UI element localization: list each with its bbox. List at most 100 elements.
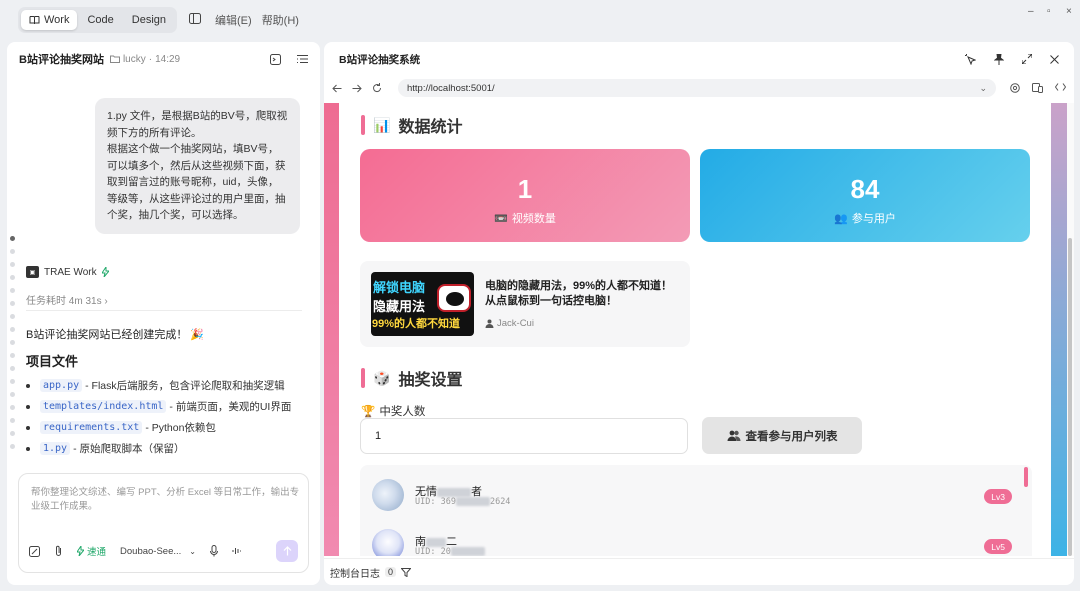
list-item: 1.py - 原始爬取脚本（保留） xyxy=(26,438,291,459)
file-desc: - Flask后端服务，包含评论爬取和抽奖逻辑 xyxy=(85,380,285,392)
divider xyxy=(26,310,302,311)
microphone-icon[interactable] xyxy=(209,545,218,557)
code-icon[interactable] xyxy=(1055,83,1066,93)
view-users-button[interactable]: 查看参与用户列表 xyxy=(702,417,862,454)
preview-title: B站评论抽奖系统 xyxy=(339,53,421,66)
menu-edit[interactable]: 编辑(E) xyxy=(215,12,252,28)
file-name[interactable]: 1.py xyxy=(40,442,71,455)
user-message-text: 1.py 文件，是根据B站的BV号，爬取视频下方的所有评论。 根据这个做一个抽奖… xyxy=(107,110,288,221)
speed-mode-toggle[interactable]: 速通 xyxy=(77,544,106,558)
chat-meta: lucky · 14:29 xyxy=(109,53,181,65)
filter-icon[interactable] xyxy=(401,567,412,577)
lottery-heading: 🎲 抽奖设置 xyxy=(361,366,462,390)
mode-work-button[interactable]: Work xyxy=(21,10,78,30)
completion-message: B站评论抽奖网站已经创建完成！ 🎉 xyxy=(26,326,204,342)
back-icon[interactable] xyxy=(332,84,342,93)
send-button[interactable] xyxy=(276,540,298,562)
task-duration[interactable]: 任务耗时 4m 31s › xyxy=(26,292,108,307)
arrow-up-icon xyxy=(283,546,292,556)
url-text: http://localhost:5001/ xyxy=(407,82,495,94)
chart-icon: 📊 xyxy=(373,116,391,133)
reload-icon[interactable] xyxy=(372,83,382,93)
level-badge: Lv3 xyxy=(984,489,1012,504)
minimize-icon[interactable]: – xyxy=(1028,6,1034,17)
user-list-scrollbar[interactable] xyxy=(1024,467,1028,487)
thumb-line: 隐藏用法 xyxy=(373,299,426,314)
target-icon[interactable] xyxy=(1010,83,1020,93)
close-icon[interactable] xyxy=(1050,54,1059,64)
mode-code-button[interactable]: Code xyxy=(79,10,121,30)
browser-toolbar: http://localhost:5001/ ⌄ xyxy=(324,76,1074,100)
terminal-icon[interactable] xyxy=(270,53,281,65)
menu-help[interactable]: 帮助(H) xyxy=(262,12,299,28)
agent-header: ▣ TRAE Work xyxy=(26,266,109,278)
chat-input[interactable]: 帮你整理论文综述、编写 PPT、分析 Excel 等日常工作，输出专业级工作成果… xyxy=(18,473,309,573)
list-item[interactable]: 无情者 UID: 369 2624 Lv3 xyxy=(372,475,1012,515)
video-count-value: 1 xyxy=(517,174,533,204)
device-icon[interactable] xyxy=(1032,83,1043,93)
project-files-heading: 项目文件 xyxy=(26,354,79,369)
attach-icon[interactable] xyxy=(54,545,63,557)
user-list: 无情者 UID: 369 2624 Lv3 南二 UID: 20 Lv5 xyxy=(360,465,1032,556)
user-message-bubble: 1.py 文件，是根据B站的BV号，爬取视频下方的所有评论。 根据这个做一个抽奖… xyxy=(95,98,300,234)
mode-code-label: Code xyxy=(87,14,114,26)
chevron-down-icon[interactable]: ⌄ xyxy=(979,83,987,94)
outline-icon[interactable] xyxy=(297,54,308,65)
list-item: templates/index.html - 前端页面，美观的UI界面 xyxy=(26,396,291,417)
mode-work-label: Work xyxy=(44,14,70,26)
chevron-down-icon: ⌄ xyxy=(189,546,196,556)
edit-mode-icon[interactable] xyxy=(29,545,40,557)
pin-icon[interactable] xyxy=(994,53,1004,65)
video-author-name: Jack-Cui xyxy=(497,318,534,329)
file-name[interactable]: requirements.txt xyxy=(40,421,143,434)
close-window-icon[interactable]: × xyxy=(1066,6,1072,17)
list-item[interactable]: 南二 UID: 20 Lv5 xyxy=(372,525,1012,556)
file-desc: - 原始爬取脚本（保留） xyxy=(73,443,185,455)
trophy-icon: 🏆 xyxy=(361,406,376,418)
model-select[interactable]: Doubao-See... ⌄ xyxy=(120,546,196,557)
page-scrollbar-thumb[interactable] xyxy=(1068,238,1072,556)
chat-time: 14:29 xyxy=(155,53,181,65)
level-badge: Lv5 xyxy=(984,539,1012,554)
chat-panel: B站评论抽奖网站 lucky · 14:29 1.py 文件，是根据B站的BV号… xyxy=(7,42,320,585)
user-icon xyxy=(485,319,494,328)
voice-wave-icon[interactable] xyxy=(232,546,242,556)
stats-heading-text: 数据统计 xyxy=(398,119,463,136)
video-thumbnail: 解锁电脑 隐藏用法 99%的人都不知道 xyxy=(371,272,474,336)
lightning-icon xyxy=(77,546,84,556)
preview-header: B站评论抽奖系统 xyxy=(324,42,1074,76)
video-card[interactable]: 解锁电脑 隐藏用法 99%的人都不知道 电脑的隐藏用法，99%的人都不知道！从点… xyxy=(360,261,690,347)
file-name[interactable]: templates/index.html xyxy=(40,400,167,413)
console-count: 0 xyxy=(385,567,397,577)
user-uid: UID: 20 xyxy=(415,547,485,556)
input-toolbar: 速通 Doubao-See... ⌄ xyxy=(29,540,298,562)
avatar xyxy=(372,529,404,556)
video-count-card: 1 📼 视频数量 xyxy=(360,149,690,242)
folder-name: lucky xyxy=(122,53,146,65)
web-viewport: 📊 数据统计 1 📼 视频数量 84 👥 参与用户 解锁电脑 隐藏用法 99%的… xyxy=(324,103,1074,556)
page-background-right xyxy=(1051,103,1067,556)
mode-design-button[interactable]: Design xyxy=(124,10,174,30)
console-bar[interactable]: 控制台日志 0 xyxy=(324,558,1074,585)
user-uid: UID: 369 2624 xyxy=(415,497,511,507)
forward-icon[interactable] xyxy=(352,84,362,93)
view-users-label: 查看参与用户列表 xyxy=(745,430,838,443)
page-scrollbar[interactable] xyxy=(1067,103,1074,556)
expand-icon[interactable] xyxy=(1022,54,1032,64)
user-count-value: 84 xyxy=(850,174,880,204)
page-background-left xyxy=(324,103,339,556)
url-input[interactable]: http://localhost:5001/ ⌄ xyxy=(398,79,996,97)
top-bar: Work Code Design 编辑(E) 帮助(H) – ▫ × xyxy=(0,0,1080,40)
preview-panel: B站评论抽奖系统 http://localhost:5001/ ⌄ 📊 数据统计… xyxy=(324,42,1074,585)
file-name[interactable]: app.py xyxy=(40,379,83,392)
sidebar-toggle-icon[interactable] xyxy=(189,13,203,27)
element-picker-icon[interactable] xyxy=(965,53,976,65)
user-count-card: 84 👥 参与用户 xyxy=(700,149,1030,242)
chat-title: B站评论抽奖网站 xyxy=(19,54,104,66)
timeline-dots xyxy=(10,236,15,449)
trae-logo-icon: ▣ xyxy=(26,266,39,278)
winner-count-label-text: 中奖人数 xyxy=(379,406,426,418)
winner-count-input[interactable]: 1 xyxy=(360,418,688,454)
restore-icon[interactable]: ▫ xyxy=(1047,6,1051,17)
mode-switcher: Work Code Design xyxy=(18,7,178,33)
